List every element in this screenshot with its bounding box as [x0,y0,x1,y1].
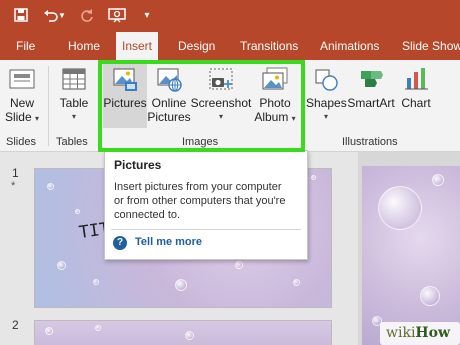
smartart-button[interactable]: SmartArt [346,64,396,130]
water-drop [185,331,194,340]
water-drop [57,261,66,270]
water-drop [293,279,300,286]
watermark-how: How [415,325,451,341]
chevron-down-icon: ▾ [35,114,40,123]
smartart-label: SmartArt [347,96,395,110]
tooltip-body-line: Insert pictures from your computer [114,181,282,193]
new-slide-icon [8,66,36,92]
water-drop [75,209,80,214]
new-slide-label-line1: New [9,96,34,110]
watermark-wiki: wiki [386,325,416,341]
chevron-down-icon: ▾ [323,112,328,121]
help-icon: ? [113,236,127,250]
images-group-highlight [98,60,305,152]
group-label-tables: Tables [56,136,88,148]
tab-file[interactable]: File [16,32,35,60]
chart-button[interactable]: Chart [396,64,436,130]
tooltip-body: Insert pictures from your computer or fr… [114,180,285,222]
chart-icon [402,66,430,92]
chevron-down-icon: ▾ [71,112,76,121]
water-drop [432,174,444,186]
table-icon [60,66,88,92]
ribbon-tabs: File Home Insert Design Transitions Anim… [0,32,460,60]
wikihow-watermark: wikiHow [380,322,460,345]
group-label-illustrations: Illustrations [342,136,398,148]
redo-icon[interactable] [76,5,98,25]
pictures-tooltip: Pictures Insert pictures from your compu… [104,150,308,260]
tab-animations[interactable]: Animations [320,32,379,60]
table-button[interactable]: Table ▾ [52,64,96,130]
slide-number-1: 1 [12,166,19,180]
new-slide-button[interactable]: New Slide ▾ [0,64,44,130]
water-drop [45,327,53,335]
slide-thumbnail-2[interactable] [34,320,332,345]
water-drop [311,175,316,180]
water-drop [420,286,440,306]
tooltip-divider [111,229,301,230]
present-icon[interactable] [106,5,128,25]
customize-dropdown-icon[interactable]: ▾ [136,5,158,25]
water-drop [378,186,422,230]
water-drop [93,279,99,285]
tooltip-body-line: or from other computers that you're [114,195,286,207]
shapes-button[interactable]: Shapes ▾ [306,64,347,130]
water-drop [47,183,54,190]
chart-label: Chart [401,96,431,110]
current-slide-canvas[interactable] [362,166,460,345]
tab-transitions[interactable]: Transitions [240,32,298,60]
slide-number-2: 2 [12,318,19,332]
shapes-label: Shapes [306,96,347,110]
table-label: Table [59,96,89,110]
tab-design[interactable]: Design [178,32,215,60]
water-drop [235,261,243,269]
smartart-icon [357,66,385,92]
water-drop [175,279,187,291]
transition-marker: * [11,180,16,192]
shapes-icon [312,66,340,92]
group-label-slides: Slides [6,136,36,148]
tell-me-more-link[interactable]: Tell me more [135,236,202,248]
tooltip-body-line: connected to. [114,209,181,221]
tab-insert[interactable]: Insert [116,32,159,60]
tab-slide-show[interactable]: Slide Show [402,32,460,60]
water-drop [95,325,101,331]
new-slide-label-line2: Slide [4,110,32,124]
quick-access-toolbar: ▼ ▾ [0,0,460,32]
undo-dropdown-icon[interactable]: ▼ [56,5,68,25]
tab-home[interactable]: Home [68,32,100,60]
divider [48,66,49,146]
save-icon[interactable] [10,5,32,25]
tooltip-title: Pictures [114,158,162,172]
